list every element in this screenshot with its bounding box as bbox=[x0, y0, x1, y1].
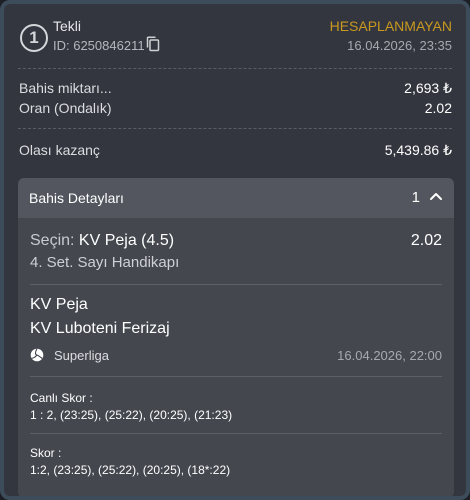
odds-value: 2.02 bbox=[424, 100, 452, 116]
league-name: Superliga bbox=[54, 348, 109, 363]
home-team: KV Peja bbox=[30, 296, 88, 313]
bet-date: 16.04.2026, 23:35 bbox=[347, 38, 452, 53]
bet-type: Tekli bbox=[53, 18, 82, 34]
chevron-up-icon[interactable] bbox=[430, 192, 442, 200]
selection: Seçin: KV Peja (4.5) bbox=[30, 232, 174, 250]
bet-status: HESAPLANMAYAN bbox=[329, 18, 452, 34]
payout-value: 5,439.86 ₺ bbox=[384, 142, 452, 158]
details-divider bbox=[30, 433, 442, 434]
stake-label: Bahis miktarı... bbox=[19, 80, 112, 96]
bet-card: 1 Tekli ID: 6250846211 HESAPLANMAYAN 16.… bbox=[0, 0, 470, 500]
bet-details-title: Bahis Detayları bbox=[29, 190, 124, 206]
bet-number-icon: 1 bbox=[20, 24, 48, 52]
match-date: 16.04.2026, 22:00 bbox=[337, 348, 442, 363]
odds-label: Oran (Ondalık) bbox=[19, 100, 112, 116]
bet-details-count: 1 bbox=[411, 189, 420, 206]
bet-details-header[interactable]: Bahis Detayları 1 bbox=[18, 178, 454, 218]
payout-label: Olası kazanç bbox=[19, 142, 100, 158]
selection-name: KV Peja (4.5) bbox=[78, 232, 175, 249]
market-name: 4. Set. Sayı Handikapı bbox=[30, 254, 180, 271]
stake-row: Bahis miktarı... 2,693 ₺ bbox=[19, 80, 452, 100]
bet-header: 1 Tekli ID: 6250846211 HESAPLANMAYAN 16.… bbox=[4, 4, 466, 72]
volleyball-icon bbox=[30, 348, 44, 362]
copy-icon[interactable] bbox=[146, 36, 160, 52]
odds-row: Oran (Ondalık) 2.02 bbox=[19, 100, 452, 120]
payout-row: Olası kazanç 5,439.86 ₺ bbox=[19, 142, 452, 162]
live-score-value: 1 : 2, (23:25), (25:22), (20:25), (21:23… bbox=[30, 408, 233, 422]
bet-details-panel: Bahis Detayları 1 Seçin: KV Peja (4.5) 2… bbox=[18, 178, 454, 496]
bet-id: ID: 6250846211 bbox=[53, 38, 145, 53]
score-value: 1:2, (23:25), (25:22), (20:25), (18*:22) bbox=[30, 463, 231, 477]
away-team: KV Luboteni Ferizaj bbox=[30, 320, 170, 337]
stake-value: 2,693 ₺ bbox=[404, 80, 452, 96]
selection-odds: 2.02 bbox=[410, 232, 442, 249]
details-divider bbox=[30, 284, 442, 285]
selection-prefix: Seçin: bbox=[30, 232, 75, 249]
details-divider bbox=[30, 376, 442, 377]
score-label: Skor : bbox=[30, 446, 62, 460]
live-score-label: Canlı Skor : bbox=[30, 391, 93, 405]
summary-divider bbox=[18, 128, 452, 129]
header-divider bbox=[18, 68, 452, 69]
